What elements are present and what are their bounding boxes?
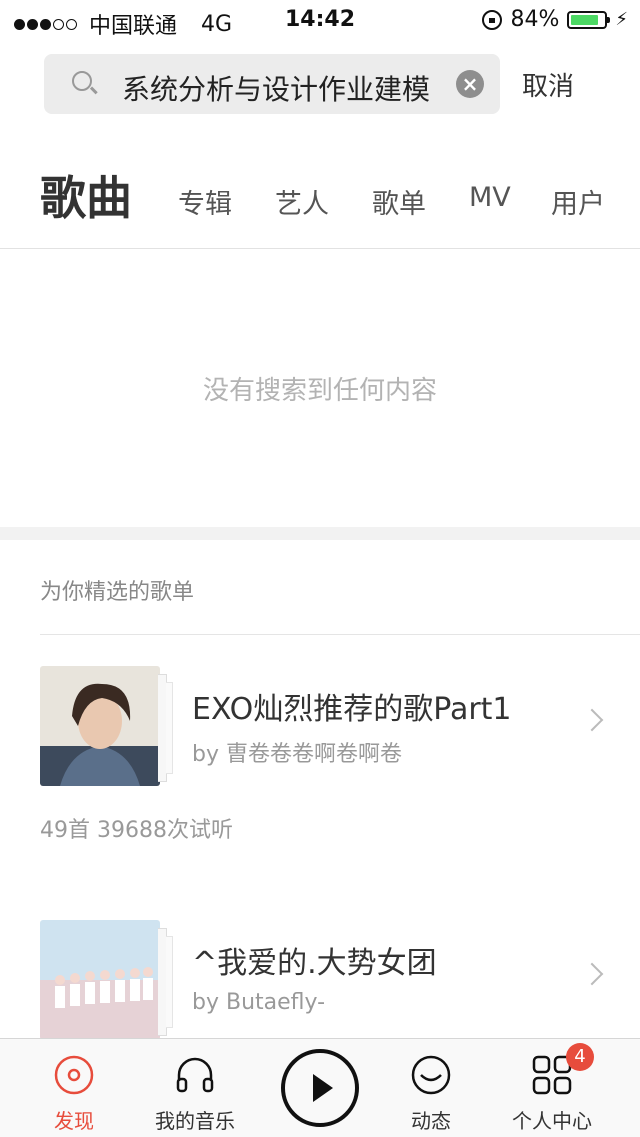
search-input[interactable]: 系统分析与设计作业建模 — [122, 68, 430, 108]
cover-stack — [166, 682, 173, 774]
search-field[interactable]: 系统分析与设计作业建模 × — [44, 54, 500, 114]
status-bar: 中国联通 4G 14:42 84% ⚡ — [0, 0, 640, 40]
divider — [40, 634, 640, 635]
tab-label: 发现 — [54, 1109, 94, 1133]
playlist-cover — [40, 666, 160, 786]
recommended-section-title: 为你精选的歌单 — [40, 580, 195, 605]
discover-icon — [54, 1055, 94, 1095]
battery-percent: 84% — [510, 7, 560, 32]
bottom-tab-bar: 发现 我的音乐 动态 个人中心 4 — [0, 1038, 640, 1137]
tab-songs[interactable]: 歌曲 — [40, 162, 132, 228]
rotation-lock-icon — [482, 9, 503, 30]
cancel-button[interactable]: 取消 — [522, 66, 574, 103]
playlist-author: by Butaefly- — [192, 990, 326, 1015]
charging-icon: ⚡ — [615, 9, 628, 30]
headphones-icon — [176, 1057, 214, 1093]
playlist-stats: 49首 39688次试听 — [40, 818, 233, 843]
search-icon — [72, 71, 92, 91]
playlist-cover — [40, 920, 160, 1040]
playlist-title: ^我爱的.大势女团 — [192, 946, 437, 981]
tab-label: 我的音乐 — [155, 1109, 235, 1133]
playlist-item[interactable]: EXO灿烈推荐的歌Part1 by 曺卷卷卷啊卷啊卷 49首 39688次试听 — [0, 666, 640, 843]
playlist-item[interactable]: ^我爱的.大势女团 by Butaefly- — [0, 920, 640, 1050]
tab-discover[interactable]: 发现 — [14, 1039, 134, 1137]
playlist-author: by 曺卷卷卷啊卷啊卷 — [192, 742, 402, 767]
tab-playlists[interactable]: 歌单 — [372, 182, 426, 221]
battery-icon — [567, 10, 611, 29]
tab-label: 动态 — [411, 1109, 451, 1133]
playlist-title: EXO灿烈推荐的歌Part1 — [192, 692, 512, 727]
clear-search-button[interactable]: × — [456, 70, 484, 98]
chevron-right-icon — [580, 962, 604, 986]
tab-users[interactable]: 用户 — [551, 182, 605, 221]
section-divider — [0, 527, 640, 540]
chevron-right-icon — [580, 708, 604, 732]
notification-badge: 4 — [566, 1043, 594, 1071]
tab-artists[interactable]: 艺人 — [275, 182, 329, 221]
empty-results-message: 没有搜索到任何内容 — [202, 376, 437, 406]
tab-mv[interactable]: MV — [469, 182, 511, 213]
tab-my-music[interactable]: 我的音乐 — [135, 1039, 255, 1137]
tab-profile[interactable]: 个人中心 — [492, 1039, 612, 1137]
tab-label: 个人中心 — [512, 1109, 592, 1133]
play-icon[interactable] — [281, 1049, 359, 1127]
tab-albums[interactable]: 专辑 — [178, 182, 232, 221]
cover-stack — [166, 936, 173, 1028]
tab-feed[interactable]: 动态 — [371, 1039, 491, 1137]
smile-icon — [411, 1055, 451, 1095]
result-tabs: 歌曲 专辑 艺人 歌单 MV 用户 — [0, 150, 640, 249]
